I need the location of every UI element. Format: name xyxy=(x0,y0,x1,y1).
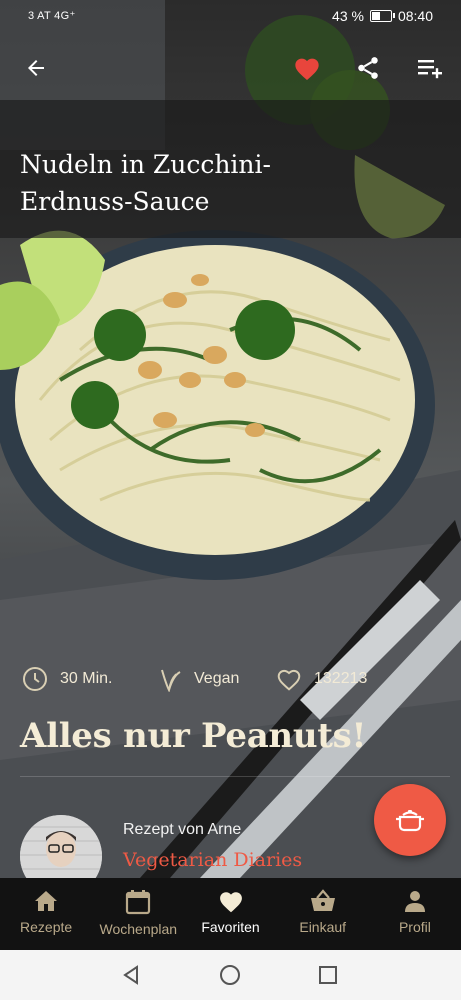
share-icon[interactable] xyxy=(348,48,388,88)
author-blog-link[interactable]: Vegetarian Diaries xyxy=(123,849,302,871)
tab-profil[interactable]: Profil xyxy=(369,878,461,950)
leaf-icon xyxy=(161,669,181,692)
tab-label: Rezepte xyxy=(20,919,73,935)
tab-label: Einkauf xyxy=(299,919,347,935)
back-triangle-icon[interactable] xyxy=(118,962,144,988)
battery-icon xyxy=(369,10,395,22)
arrow-left-icon[interactable] xyxy=(16,48,56,88)
top-app-bar xyxy=(0,36,461,100)
tab-label: Favoriten xyxy=(201,919,260,935)
cooking-time: 30 Min. xyxy=(60,670,113,687)
heart-icon xyxy=(219,892,242,913)
heart-outline-icon xyxy=(277,669,301,691)
tab-wochenplan[interactable]: Wochenplan xyxy=(92,878,184,950)
calendar-icon xyxy=(126,890,151,915)
home-circle-icon[interactable] xyxy=(217,962,243,988)
person-icon xyxy=(404,891,425,912)
meta-diet: Vegan xyxy=(158,664,239,694)
tab-einkauf[interactable]: Einkauf xyxy=(277,878,369,950)
clock: 08:40 xyxy=(397,8,433,24)
basket-icon xyxy=(310,889,335,911)
divider xyxy=(20,776,450,777)
tab-label: Profil xyxy=(398,919,431,935)
author-label: Rezept von Arne xyxy=(123,821,242,838)
tab-label: Wochenplan xyxy=(99,921,178,937)
tab-favoriten[interactable]: Favoriten xyxy=(184,878,276,950)
battery-percent: 43 % xyxy=(332,8,364,24)
likes-count: 132213 xyxy=(314,670,368,687)
home-icon xyxy=(35,891,58,911)
status-bar: 3 AT 4G⁺ 43 % 08:40 xyxy=(0,0,461,32)
cooking-pot-icon xyxy=(396,810,424,832)
playlist-add-icon[interactable] xyxy=(410,48,450,88)
carrier-signal: 3 AT 4G⁺ xyxy=(28,10,76,22)
bottom-tab-bar: Rezepte Wochenplan Favoriten Einkauf Pro… xyxy=(0,878,461,950)
recipe-headline: Alles nur Peanuts! xyxy=(20,716,367,756)
system-nav-bar xyxy=(0,950,461,1000)
meta-time: 30 Min. xyxy=(22,664,112,694)
heart-icon[interactable] xyxy=(287,48,327,88)
recents-square-icon[interactable] xyxy=(315,962,341,988)
clock-icon xyxy=(23,667,47,691)
meta-likes: 132213 xyxy=(276,664,367,694)
status-right: 43 % 08:40 xyxy=(332,8,433,24)
diet-label: Vegan xyxy=(194,670,240,687)
cooking-mode-button[interactable] xyxy=(374,784,446,856)
tab-rezepte[interactable]: Rezepte xyxy=(0,878,92,950)
recipe-title: Nudeln in Zucchini-Erdnuss-Sauce xyxy=(20,150,271,216)
